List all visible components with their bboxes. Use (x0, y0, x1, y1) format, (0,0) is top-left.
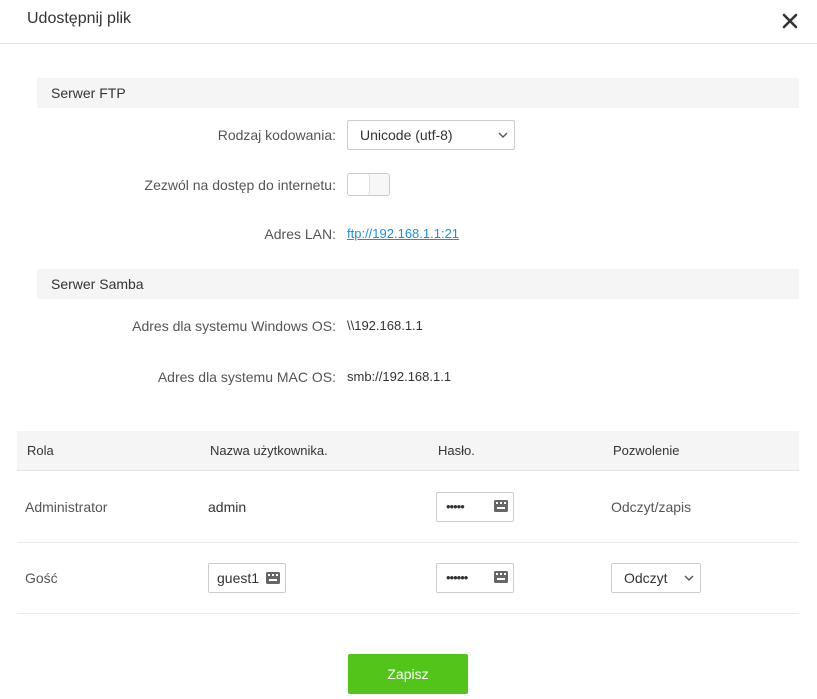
dialog-title: Udostępnij plik (27, 10, 132, 27)
encoding-label: Rodzaj kodowania: (217, 127, 336, 143)
keyboard-icon[interactable] (266, 572, 280, 584)
keyboard-icon[interactable] (494, 571, 508, 583)
table-row-guest: Gość guest1 •••••• Odczyt (17, 543, 799, 614)
internet-access-label: Zezwól na dostęp do internetu: (144, 177, 336, 193)
column-header-role: Rola (27, 443, 54, 458)
column-header-username: Nazwa użytkownika. (210, 443, 328, 458)
admin-password-field[interactable]: ••••• (436, 492, 514, 522)
guest-password-field[interactable]: •••••• (436, 563, 514, 593)
section-samba: Serwer Samba (37, 269, 799, 299)
role-cell: Gość (25, 570, 58, 586)
permission-cell: Odczyt/zapis (611, 499, 692, 515)
column-header-permission: Pozwolenie (613, 443, 680, 458)
save-button[interactable]: Zapisz (348, 654, 468, 694)
dialog-header: Udostępnij plik (0, 0, 817, 44)
column-header-password: Hasło. (438, 443, 475, 458)
keyboard-icon[interactable] (494, 500, 508, 512)
table-row-admin: Administrator admin ••••• Odczyt/zapis (17, 472, 799, 543)
guest-username-field[interactable]: guest1 (208, 563, 286, 593)
permission-value: Odczyt (624, 570, 668, 586)
encoding-select[interactable]: Unicode (utf-8) (347, 120, 515, 150)
section-ftp: Serwer FTP (37, 78, 799, 108)
username-value: guest1 (217, 570, 260, 586)
password-mask: •••••• (446, 570, 468, 585)
chevron-down-icon (684, 564, 694, 604)
password-mask: ••••• (446, 499, 465, 514)
close-icon[interactable] (780, 11, 800, 31)
users-table-header: Rola Nazwa użytkownika. Hasło. Pozwoleni… (17, 431, 799, 471)
username-cell: admin (208, 499, 247, 515)
windows-address-value: \\192.168.1.1 (347, 318, 423, 333)
toggle-knob (348, 174, 370, 195)
role-cell: Administrator (25, 499, 108, 515)
chevron-down-icon (498, 121, 508, 161)
lan-address-label: Adres LAN: (264, 226, 336, 242)
internet-access-toggle[interactable] (347, 173, 390, 196)
lan-address-link[interactable]: ftp://192.168.1.1:21 (347, 226, 459, 241)
mac-address-value: smb://192.168.1.1 (347, 369, 452, 384)
encoding-value: Unicode (utf-8) (360, 127, 453, 143)
mac-address-label: Adres dla systemu MAC OS: (157, 369, 336, 385)
guest-permission-select[interactable]: Odczyt (611, 563, 701, 593)
windows-address-label: Adres dla systemu Windows OS: (132, 318, 336, 334)
